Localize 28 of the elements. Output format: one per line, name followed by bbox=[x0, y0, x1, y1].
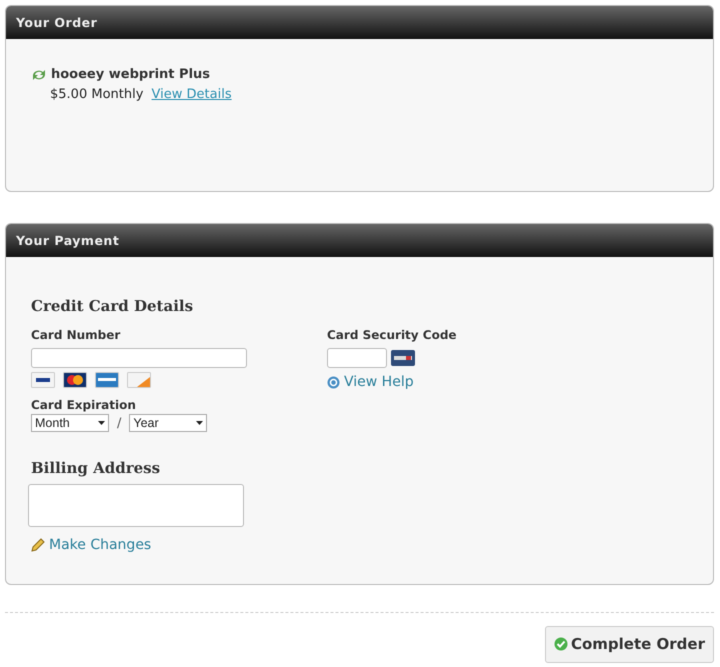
card-brand-icon bbox=[31, 372, 55, 388]
card-brand-icon bbox=[127, 372, 151, 388]
separator-text: / bbox=[117, 414, 122, 432]
check-icon bbox=[554, 637, 568, 652]
card-number-field[interactable] bbox=[31, 348, 247, 368]
field-label: Card Number bbox=[31, 326, 122, 344]
complete-order-button[interactable]: Complete Order bbox=[544, 626, 714, 662]
help-icon bbox=[327, 376, 340, 388]
security-code-field[interactable] bbox=[327, 348, 387, 368]
make-changes-link[interactable]: Make Changes bbox=[49, 534, 152, 556]
field-label: Card Security Code bbox=[327, 326, 457, 344]
panel-title: Your Order bbox=[16, 15, 98, 30]
card-back-icon bbox=[391, 350, 415, 366]
refresh-icon bbox=[31, 68, 47, 82]
price-text: $5.00 Monthly bbox=[50, 86, 144, 102]
caret-icon bbox=[196, 421, 204, 426]
view-help-link[interactable]: View Help bbox=[344, 372, 414, 392]
pencil-icon bbox=[31, 538, 45, 552]
card-brand-icon bbox=[63, 372, 87, 388]
panel-title: Your Payment bbox=[16, 233, 120, 248]
month-select[interactable]: Month bbox=[31, 414, 109, 432]
card-brand-icon bbox=[95, 372, 119, 388]
field-label: Card Expiration bbox=[31, 396, 137, 414]
section-title: Billing Address bbox=[31, 458, 162, 479]
product-name: hooeey webprint Plus bbox=[51, 66, 210, 84]
section-title: Credit Card Details bbox=[31, 296, 194, 317]
caret-icon bbox=[98, 421, 105, 426]
year-select[interactable]: Year bbox=[129, 414, 208, 432]
